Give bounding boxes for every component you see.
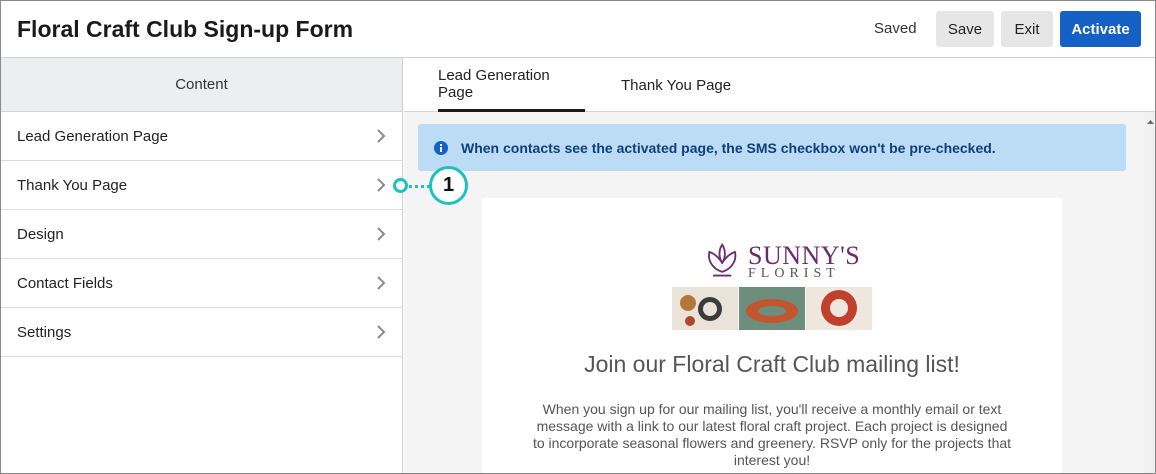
- callout-badge: 1: [429, 166, 468, 205]
- scroll-up-arrow-icon[interactable]: [1147, 116, 1154, 130]
- sidebar-item-label: Thank You Page: [17, 176, 128, 194]
- sidebar-item-settings[interactable]: Settings: [1, 308, 402, 357]
- save-status: Saved: [874, 20, 917, 37]
- chevron-right-icon: [377, 129, 386, 143]
- page-title: Floral Craft Club Sign-up Form: [17, 16, 354, 42]
- sidebar-item-design[interactable]: Design: [1, 210, 402, 259]
- alert-message: When contacts see the activated page, th…: [461, 139, 996, 156]
- tab-lead-generation-page[interactable]: Lead Generation Page: [438, 58, 585, 112]
- sidebar-item-label: Design: [17, 225, 64, 243]
- sidebar-title: Content: [1, 58, 402, 112]
- info-alert: When contacts see the activated page, th…: [418, 124, 1126, 171]
- flower-logo-icon: [708, 242, 737, 277]
- form-description: When you sign up for our mailing list, y…: [532, 401, 1012, 468]
- form-heading: Join our Floral Craft Club mailing list!: [584, 351, 960, 377]
- chevron-right-icon: [377, 325, 386, 339]
- sidebar-item-lead-generation-page[interactable]: Lead Generation Page: [1, 112, 402, 161]
- chevron-right-icon: [377, 276, 386, 290]
- content-sidebar: Content Lead Generation Page Thank You P…: [1, 58, 403, 473]
- page-tabs: Lead Generation Page Thank You Page: [404, 58, 1155, 112]
- logo-subtitle: FLORIST: [748, 266, 840, 281]
- sidebar-item-label: Settings: [17, 323, 72, 341]
- sidebar-item-label: Lead Generation Page: [17, 127, 168, 145]
- sidebar-item-thank-you-page[interactable]: Thank You Page: [1, 161, 402, 210]
- preview-scrollbar[interactable]: [1145, 112, 1155, 473]
- info-icon: [434, 140, 448, 155]
- tab-thank-you-page[interactable]: Thank You Page: [621, 58, 731, 112]
- exit-button[interactable]: Exit: [1001, 11, 1053, 47]
- callout-anchor: [393, 178, 408, 193]
- floral-craft-photos: [672, 287, 872, 330]
- sidebar-item-label: Contact Fields: [17, 274, 113, 292]
- chevron-right-icon: [377, 227, 386, 241]
- app-window: Floral Craft Club Sign-up Form Saved Sav…: [0, 0, 1156, 474]
- save-button[interactable]: Save: [936, 11, 994, 47]
- page-header: Floral Craft Club Sign-up Form Saved Sav…: [1, 1, 1155, 58]
- chevron-right-icon: [377, 178, 386, 192]
- activate-button[interactable]: Activate: [1060, 11, 1141, 47]
- sidebar-item-contact-fields[interactable]: Contact Fields: [1, 259, 402, 308]
